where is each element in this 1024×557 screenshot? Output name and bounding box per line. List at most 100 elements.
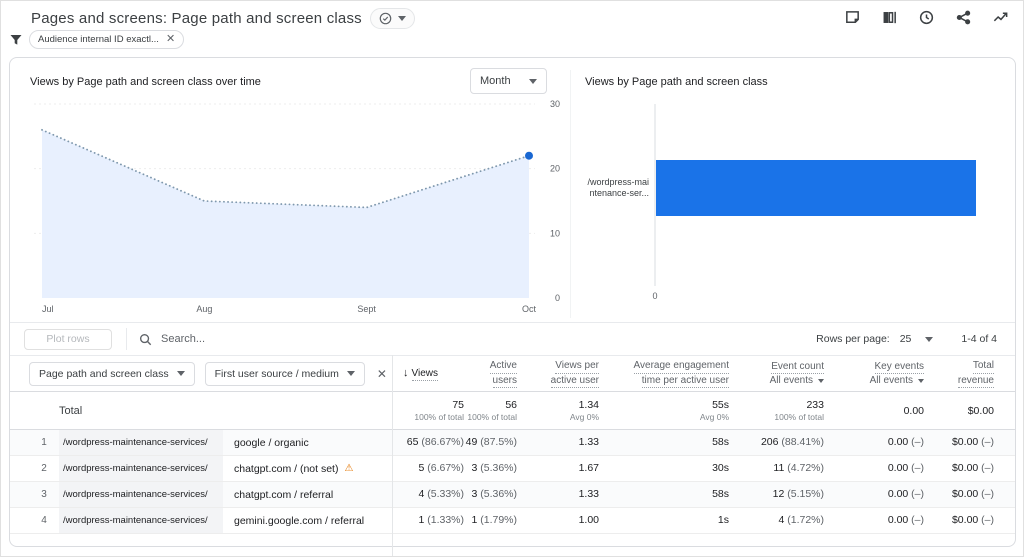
report-status-badge[interactable] bbox=[369, 7, 415, 29]
column-header-event-count[interactable]: Event count All events bbox=[729, 360, 824, 388]
page-title: Pages and screens: Page path and screen … bbox=[31, 9, 362, 27]
page-path-cell: /wordpress-maintenance-services/ bbox=[59, 482, 223, 507]
total-label: Total bbox=[59, 405, 83, 417]
filter-chip-label: Audience internal ID exactl... bbox=[38, 34, 159, 45]
svg-text:0: 0 bbox=[555, 293, 560, 303]
avg-engagement-cell: 58s bbox=[712, 488, 729, 501]
panel-divider bbox=[570, 70, 571, 318]
page-path-cell: /wordpress-maintenance-services/ bbox=[59, 508, 223, 533]
rows-per-page-select[interactable]: 25 bbox=[900, 333, 934, 345]
note-icon[interactable] bbox=[844, 9, 861, 26]
page-path-cell: /wordpress-maintenance-services/ bbox=[59, 430, 223, 455]
page-path-cell: /wordpress-maintenance-services/ bbox=[59, 456, 223, 481]
avg-engagement-cell: 30s bbox=[712, 462, 729, 475]
column-header-views[interactable]: ↓ Views bbox=[391, 366, 464, 382]
source-medium-cell: chatgpt.com / (not set) ⚠ bbox=[234, 462, 354, 475]
key-events-filter-select[interactable]: All events bbox=[870, 374, 924, 388]
column-header-key-events[interactable]: Key events All events bbox=[824, 360, 924, 388]
granularity-select[interactable]: Month bbox=[470, 68, 547, 94]
views-cell: 65 (86.67%) bbox=[406, 436, 464, 449]
check-circle-icon bbox=[379, 12, 392, 25]
event-count-cell: 4 (1.72%) bbox=[778, 514, 824, 527]
views-over-time-chart[interactable]: 0 10 20 30 Jul Aug Sept Oct bbox=[24, 98, 566, 325]
comparison-icon[interactable] bbox=[881, 9, 898, 26]
event-count-cell: 11 (4.72%) bbox=[773, 462, 824, 475]
table-row[interactable]: 3/wordpress-maintenance-services/chatgpt… bbox=[10, 482, 1015, 508]
table-toolbar: Plot rows Search... Rows per page: 25 1-… bbox=[10, 322, 1015, 355]
clock-icon[interactable] bbox=[918, 9, 935, 26]
active-users-cell: 49 (87.5%) bbox=[465, 436, 517, 449]
svg-text:ntenance-ser...: ntenance-ser... bbox=[589, 188, 649, 198]
audience-filter-chip[interactable]: Audience internal ID exactl... ✕ bbox=[29, 30, 185, 49]
total-event-count: 233 100% of total bbox=[774, 398, 824, 423]
table-row[interactable]: 4/wordpress-maintenance-services/gemini.… bbox=[10, 508, 1015, 534]
secondary-dimension-label: First user source / medium bbox=[214, 367, 339, 380]
column-header-avg-engagement[interactable]: Average engagement time per active user bbox=[599, 359, 729, 388]
table-row[interactable]: 2/wordpress-maintenance-services/chatgpt… bbox=[10, 456, 1015, 482]
remove-dimension-icon[interactable]: ✕ bbox=[375, 367, 389, 381]
search-icon bbox=[139, 333, 152, 346]
row-number: 1 bbox=[41, 437, 47, 448]
svg-text:Aug: Aug bbox=[196, 304, 212, 314]
sort-desc-icon: ↓ bbox=[403, 366, 409, 379]
report-card: Views by Page path and screen class over… bbox=[9, 57, 1016, 556]
svg-text:20: 20 bbox=[550, 164, 560, 174]
line-chart-title: Views by Page path and screen class over… bbox=[30, 76, 261, 88]
filter-bar: Audience internal ID exactl... ✕ bbox=[9, 30, 185, 49]
views-per-active-user-cell: 1.33 bbox=[578, 488, 599, 501]
svg-text:Oct: Oct bbox=[522, 304, 537, 314]
views-cell: 1 (1.33%) bbox=[418, 514, 464, 527]
key-events-cell: 0.00 (–) bbox=[887, 436, 924, 449]
table-totals-row: Total 75 100% of total 56 100% of total 1.… bbox=[10, 393, 1015, 430]
views-by-page-bar-chart[interactable]: /wordpress-mai ntenance-ser... 0 bbox=[582, 96, 1010, 323]
event-count-filter-select[interactable]: All events bbox=[770, 374, 824, 388]
search-input[interactable]: Search... bbox=[139, 333, 816, 346]
bar-chart-title: Views by Page path and screen class bbox=[585, 76, 768, 88]
total-avg-engagement: 55s Avg 0% bbox=[699, 398, 729, 423]
total-revenue-cell: $0.00 (–) bbox=[951, 436, 994, 449]
filter-funnel-icon[interactable] bbox=[9, 33, 23, 47]
report-titlebar: Pages and screens: Page path and screen … bbox=[31, 5, 415, 31]
insights-icon[interactable] bbox=[992, 9, 1009, 26]
close-icon[interactable]: ✕ bbox=[166, 34, 175, 45]
rows-per-page-label: Rows per page: bbox=[816, 333, 890, 345]
total-revenue: $0.00 bbox=[967, 404, 994, 417]
table-row[interactable]: 1/wordpress-maintenance-services/google … bbox=[10, 430, 1015, 456]
active-users-cell: 3 (5.36%) bbox=[471, 462, 517, 475]
column-header-views-per-active-user[interactable]: Views per active user bbox=[517, 359, 599, 388]
key-events-cell: 0.00 (–) bbox=[887, 462, 924, 475]
source-medium-cell: chatgpt.com / referral bbox=[234, 488, 334, 501]
avg-engagement-cell: 1s bbox=[717, 514, 729, 527]
svg-text:10: 10 bbox=[550, 228, 560, 238]
source-medium-cell: gemini.google.com / referral bbox=[234, 514, 365, 527]
total-revenue-cell: $0.00 (–) bbox=[951, 462, 994, 475]
ga4-pages-and-screens-report: Pages and screens: Page path and screen … bbox=[0, 0, 1024, 557]
total-key-events: 0.00 bbox=[903, 404, 924, 417]
column-header-total-revenue[interactable]: Total revenue bbox=[924, 359, 994, 388]
svg-text:30: 30 bbox=[550, 99, 560, 109]
secondary-dimension-select[interactable]: First user source / medium bbox=[204, 361, 365, 386]
plot-rows-button[interactable]: Plot rows bbox=[24, 328, 112, 350]
table-column-divider bbox=[392, 355, 393, 556]
granularity-value: Month bbox=[480, 75, 511, 87]
share-icon[interactable] bbox=[955, 9, 972, 26]
rows-per-page-value: 25 bbox=[899, 333, 912, 345]
chevron-down-icon bbox=[925, 336, 934, 342]
row-number: 2 bbox=[41, 463, 47, 474]
column-header-active-users[interactable]: Active users bbox=[464, 359, 517, 388]
event-count-cell: 12 (5.15%) bbox=[772, 488, 824, 501]
chevron-down-icon bbox=[346, 371, 355, 376]
views-per-active-user-cell: 1.00 bbox=[578, 514, 599, 527]
chevron-down-icon bbox=[397, 15, 406, 21]
views-cell: 4 (5.33%) bbox=[418, 488, 464, 501]
toolbar-divider bbox=[126, 328, 127, 350]
avg-engagement-cell: 58s bbox=[712, 436, 729, 449]
primary-dimension-select[interactable]: Page path and screen class bbox=[29, 361, 195, 386]
views-cell: 5 (6.67%) bbox=[418, 462, 464, 475]
source-medium-cell: google / organic bbox=[234, 436, 309, 449]
svg-text:0: 0 bbox=[652, 291, 657, 301]
svg-text:Sept: Sept bbox=[357, 304, 376, 314]
table-header: Page path and screen class First user so… bbox=[10, 355, 1015, 392]
report-actions bbox=[844, 5, 1009, 29]
chevron-down-icon bbox=[529, 78, 537, 84]
